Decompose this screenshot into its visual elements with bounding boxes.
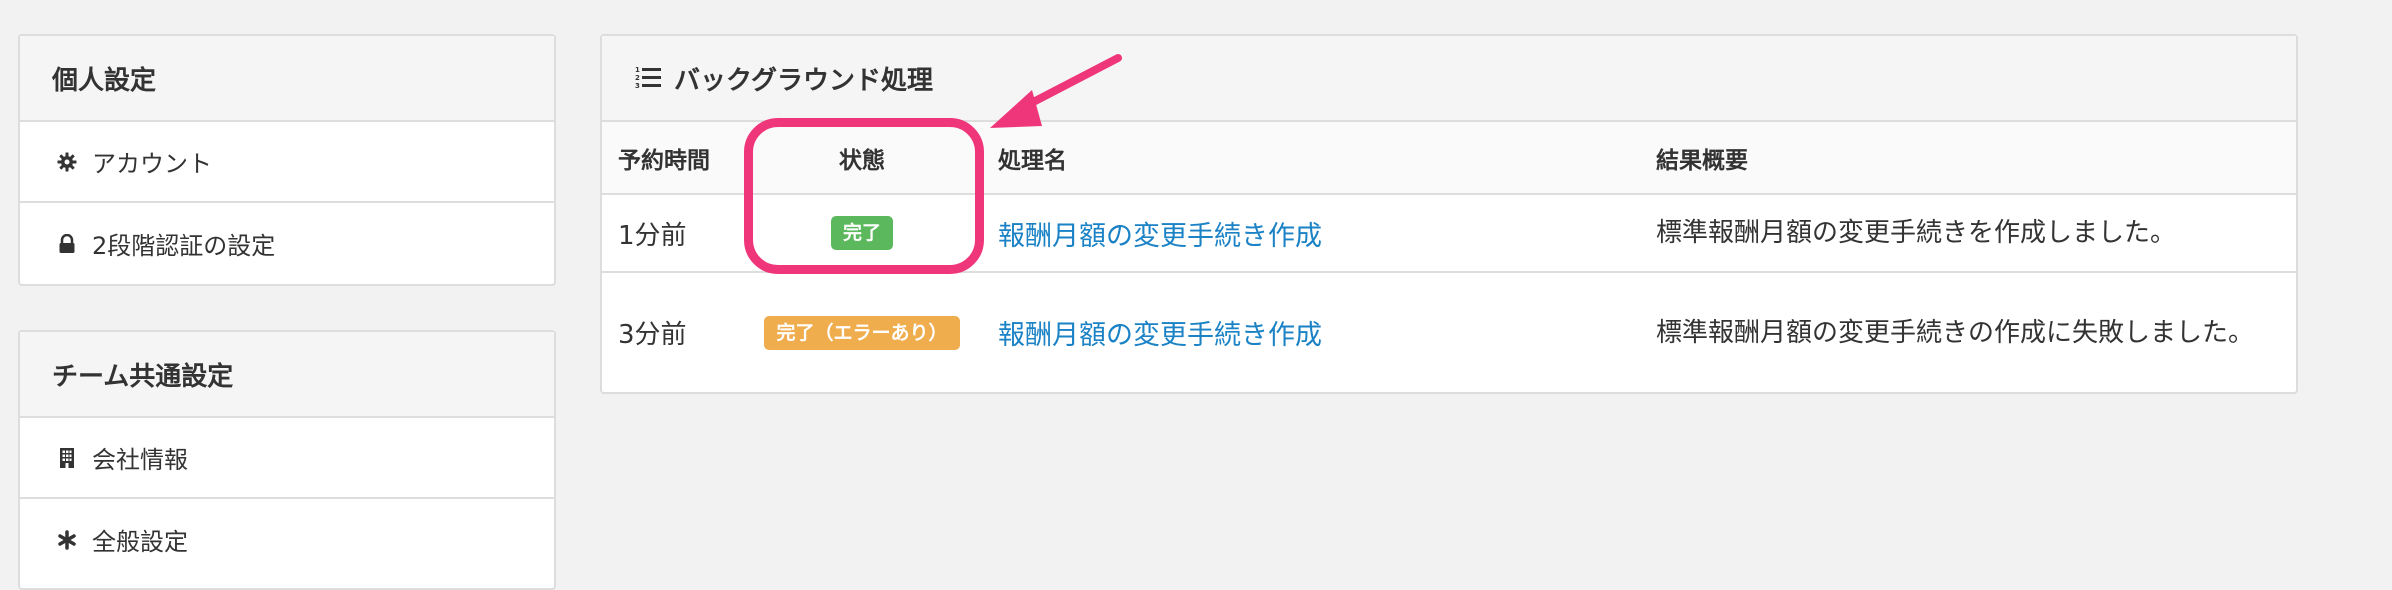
svg-text:2: 2 [635, 74, 640, 82]
background-jobs-title: バックグラウンド処理 [674, 65, 933, 96]
ordered-list-icon: 1 2 3 [634, 65, 662, 91]
result-summary-cell: 標準報酬月額の変更手続きの作成に失敗しました。 [1656, 317, 2255, 348]
column-header-job-name: 処理名 [982, 122, 1640, 195]
job-name-cell: 報酬月額の変更手続き作成 [982, 272, 1640, 392]
scheduled-time-cell: 3分前 [618, 320, 687, 350]
asterisk-icon [56, 529, 78, 551]
status-cell: 完了（エラーあり） [742, 272, 982, 392]
personal-settings-panel: 個人設定 アカウント 2段階認証の設定 [18, 34, 556, 286]
result-summary-cell: 標準報酬月額の変更手続きを作成しました。 [1640, 194, 2296, 273]
sidebar-item-label: 全般設定 [92, 528, 188, 556]
team-settings-panel: チーム共通設定 会社情報 全般設定 [18, 330, 556, 590]
gear-icon [56, 151, 78, 173]
table-header-row: 予約時間 状態 処理名 結果概要 [602, 122, 2296, 195]
background-jobs-table: 予約時間 状態 処理名 結果概要 1分前 完了 報酬月額の変更手続き作成 標準報… [602, 122, 2296, 392]
status-badge: 完了（エラーあり） [764, 315, 960, 350]
sidebar-item-label: アカウント [92, 150, 212, 178]
column-header-status: 状態 [742, 122, 982, 195]
table-row: 3分前 完了（エラーあり） 報酬月額の変更手続き作成 標準報酬月額の変更手続きの… [602, 272, 2296, 392]
svg-text:3: 3 [635, 82, 640, 90]
sidebar-item-general-settings[interactable]: 全般設定 [20, 499, 554, 580]
team-settings-heading: チーム共通設定 [20, 332, 554, 418]
status-badge: 完了 [830, 216, 893, 250]
sidebar-item-company-info[interactable]: 会社情報 [20, 418, 554, 499]
table-row: 1分前 完了 報酬月額の変更手続き作成 標準報酬月額の変更手続きを作成しました。 [602, 194, 2296, 273]
column-header-result-summary: 結果概要 [1640, 122, 2296, 195]
lock-icon [56, 233, 78, 255]
job-name-cell: 報酬月額の変更手続き作成 [982, 194, 1640, 273]
sidebar-item-label: 2段階認証の設定 [92, 232, 276, 260]
building-icon [56, 447, 78, 469]
column-header-scheduled-time: 予約時間 [602, 122, 742, 195]
personal-settings-heading: 個人設定 [20, 36, 554, 122]
status-cell: 完了 [742, 194, 982, 273]
job-name-link[interactable]: 報酬月額の変更手続き作成 [998, 221, 1322, 252]
background-jobs-panel: 1 2 3 バックグラウンド処理 予約時間 状態 処理名 結果概要 1分前 完了… [600, 34, 2298, 394]
sidebar-item-label: 会社情報 [92, 446, 188, 474]
svg-text:1: 1 [635, 66, 640, 74]
background-jobs-heading: 1 2 3 バックグラウンド処理 [602, 36, 2296, 122]
sidebar-item-account[interactable]: アカウント [20, 122, 554, 203]
job-name-link[interactable]: 報酬月額の変更手続き作成 [998, 320, 1322, 351]
scheduled-time-cell: 1分前 [602, 194, 742, 273]
sidebar-item-two-factor[interactable]: 2段階認証の設定 [20, 203, 554, 284]
